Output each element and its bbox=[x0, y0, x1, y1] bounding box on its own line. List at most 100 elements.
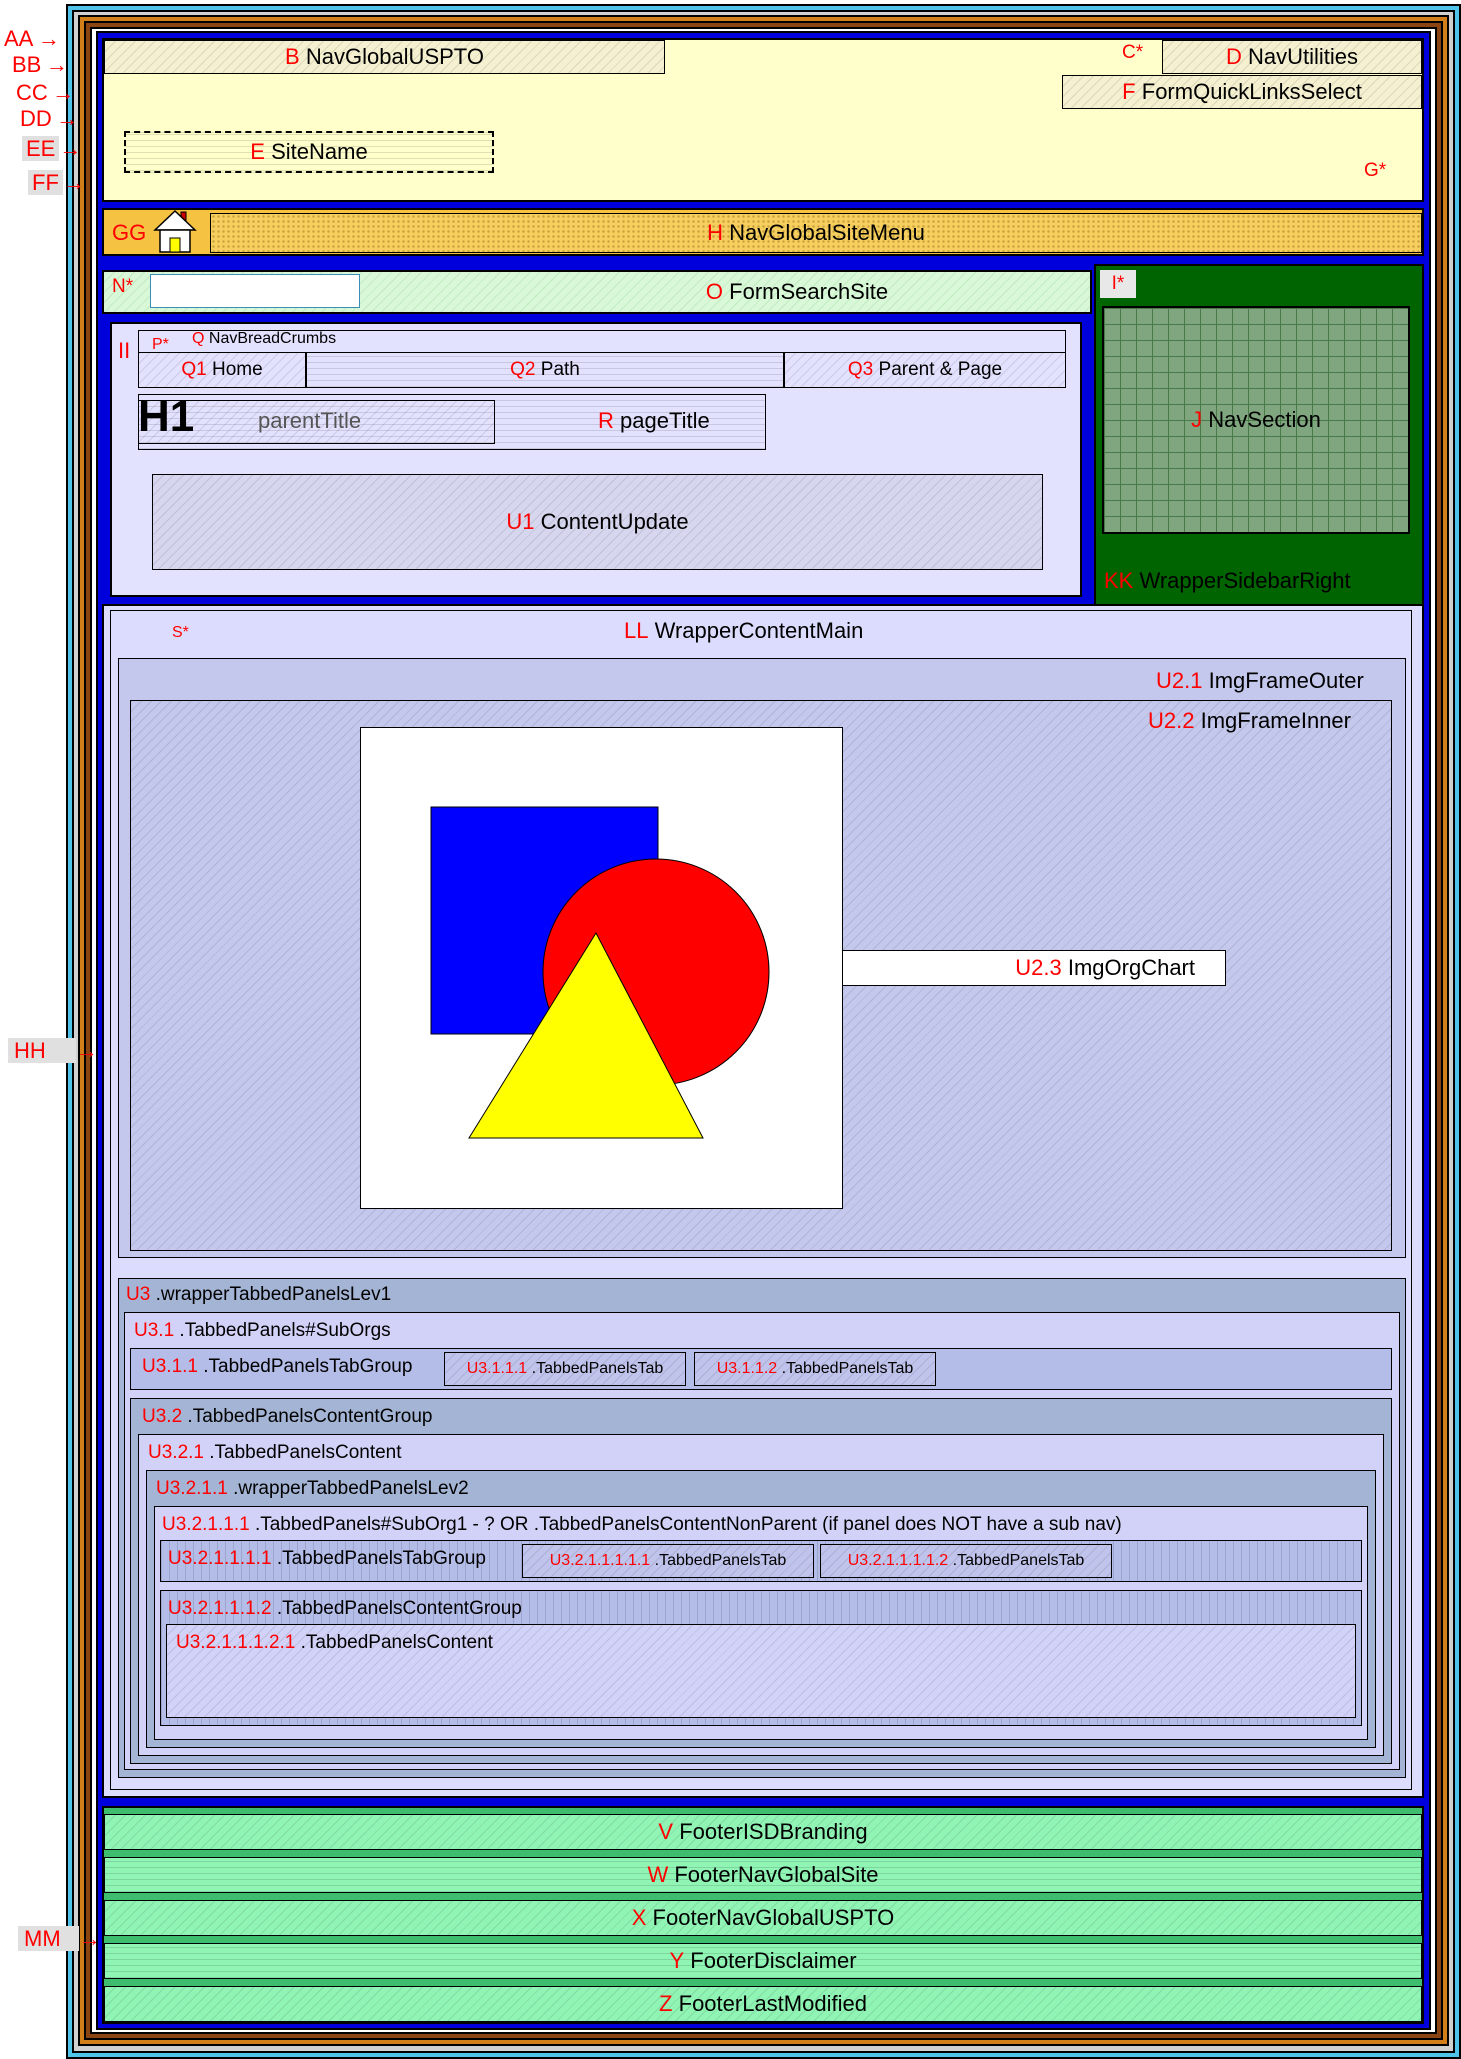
site-name[interactable]: E SiteName bbox=[124, 131, 494, 173]
lev2-name: .wrapperTabbedPanelsLev2 bbox=[233, 1478, 469, 1499]
lev1-name: .wrapperTabbedPanelsLev1 bbox=[155, 1284, 392, 1305]
g-code: G* bbox=[1364, 160, 1387, 181]
tabgroup-name: .TabbedPanelsTabGroup bbox=[203, 1356, 413, 1377]
form-quick-links-select[interactable]: F FormQuickLinksSelect bbox=[1062, 75, 1422, 109]
quick-links-code: F bbox=[1122, 79, 1136, 104]
disclaimer-name: FooterDisclaimer bbox=[690, 1948, 857, 1973]
parent-title: parentTitle bbox=[258, 408, 362, 433]
kk-code: KK bbox=[1104, 568, 1134, 593]
footer-nav-global-site[interactable]: W FooterNavGlobalSite bbox=[104, 1857, 1422, 1893]
side-label-ee: EE → bbox=[22, 136, 81, 162]
kk-name: WrapperSidebarRight bbox=[1139, 568, 1351, 593]
tabgroup2-code: U3.2.1.1.1.1 bbox=[168, 1548, 272, 1569]
breadcrumb-home[interactable]: Q1 Home bbox=[138, 352, 306, 388]
frame-inner-label: U2.2 ImgFrameInner bbox=[1148, 708, 1351, 734]
side-label-ff: FF → bbox=[28, 170, 85, 196]
suborg1-name: .TabbedPanels#SubOrg1 - ? OR .TabbedPane… bbox=[254, 1514, 1122, 1535]
page-title-code: R bbox=[598, 408, 614, 433]
lev2-label: U3.2.1.1 .wrapperTabbedPanelsLev2 bbox=[156, 1478, 469, 1500]
crumb-home-code: Q1 bbox=[181, 359, 207, 380]
nav-utilities[interactable]: D NavUtilities bbox=[1162, 40, 1422, 74]
breadcrumb-path[interactable]: Q2 Path bbox=[306, 352, 784, 388]
navuspto-name: FooterNavGlobalUSPTO bbox=[652, 1905, 895, 1930]
tabgroup-code: U3.1.1 bbox=[142, 1356, 198, 1377]
contentgroup2-label: U3.2.1.1.1.2 .TabbedPanelsContentGroup bbox=[168, 1598, 522, 1620]
footer-nav-global-uspto[interactable]: X FooterNavGlobalUSPTO bbox=[104, 1900, 1422, 1936]
ll-code: LL bbox=[624, 618, 649, 643]
tabbed-panels-tab-2[interactable]: U3.1.1.2 .TabbedPanelsTab bbox=[694, 1352, 936, 1386]
ee-code: EE bbox=[22, 136, 60, 161]
lastmod-name: FooterLastModified bbox=[678, 1991, 867, 2016]
lev1-code: U3 bbox=[126, 1284, 151, 1305]
footer-last-modified[interactable]: Z FooterLastModified bbox=[104, 1986, 1422, 2022]
nav-global-uspto[interactable]: B NavGlobalUSPTO bbox=[104, 40, 665, 74]
crumb-parent-code: Q3 bbox=[847, 359, 874, 380]
aa-arrow: → bbox=[37, 26, 60, 51]
navsite-name: FooterNavGlobalSite bbox=[674, 1862, 879, 1887]
tabgroup2-label: U3.2.1.1.1.1 .TabbedPanelsTabGroup bbox=[168, 1548, 486, 1570]
menu-name: NavGlobalSiteMenu bbox=[729, 220, 925, 245]
content-code: U3.2.1 bbox=[148, 1442, 204, 1463]
tabbed-panels-tab-2-1[interactable]: U3.2.1.1.1.1.1 .TabbedPanelsTab bbox=[522, 1544, 814, 1578]
page-title: R pageTitle bbox=[598, 408, 710, 434]
h1-tag: H1 bbox=[138, 392, 195, 441]
suborg1-label: U3.2.1.1.1 .TabbedPanels#SubOrg1 - ? OR … bbox=[162, 1514, 1122, 1536]
nav-section[interactable]: J NavSection bbox=[1102, 306, 1410, 534]
update-name: ContentUpdate bbox=[540, 509, 689, 534]
tab1-name: .TabbedPanelsTab bbox=[531, 1360, 664, 1377]
ff-arrow: → bbox=[62, 170, 85, 195]
ff-code: FF bbox=[28, 170, 63, 195]
contentgroup2-name: .TabbedPanelsContentGroup bbox=[276, 1598, 522, 1619]
quick-links-name: FormQuickLinksSelect bbox=[1141, 79, 1362, 104]
cc-code: CC bbox=[16, 80, 48, 105]
content-label: U3.2.1 .TabbedPanelsContent bbox=[148, 1442, 402, 1464]
nav-global-code: B bbox=[285, 44, 300, 69]
suborg1-code: U3.2.1.1.1 bbox=[162, 1514, 250, 1535]
mm-arrow: → bbox=[78, 1926, 101, 1951]
tabbed-panels-tab-2-2[interactable]: U3.2.1.1.1.1.2 .TabbedPanelsTab bbox=[820, 1544, 1112, 1578]
tabbed-panels-tab-1[interactable]: U3.1.1.1 .TabbedPanelsTab bbox=[444, 1352, 686, 1386]
search-name: FormSearchSite bbox=[729, 279, 889, 304]
footer-disclaimer[interactable]: Y FooterDisclaimer bbox=[104, 1943, 1422, 1979]
content-name: .TabbedPanelsContent bbox=[209, 1442, 402, 1463]
navuspto-code: X bbox=[631, 1905, 647, 1930]
cc-arrow: → bbox=[52, 80, 75, 105]
contentgroup2-code: U3.2.1.1.1.2 bbox=[168, 1598, 272, 1619]
img-org-chart[interactable]: U2.3 ImgOrgChart bbox=[842, 950, 1226, 986]
update-code: U1 bbox=[506, 509, 535, 534]
lev1-label: U3 .wrapperTabbedPanelsLev1 bbox=[126, 1284, 391, 1306]
side-label-mm: MM → bbox=[18, 1926, 101, 1952]
tab2-name: .TabbedPanelsTab bbox=[781, 1360, 914, 1377]
menu-code: H bbox=[707, 220, 724, 245]
content2-label: U3.2.1.1.1.2.1 .TabbedPanelsContent bbox=[176, 1632, 493, 1654]
n-code: N* bbox=[112, 276, 134, 297]
dd-code: DD bbox=[20, 106, 52, 131]
home-icon[interactable] bbox=[152, 208, 198, 254]
breadcrumb-parent-page[interactable]: Q3 Parent & Page bbox=[784, 352, 1066, 388]
crumb-path-code: Q2 bbox=[510, 359, 536, 380]
page-title-name: pageTitle bbox=[620, 408, 710, 433]
crumb-home-name: Home bbox=[211, 359, 263, 380]
side-label-aa: AA → bbox=[4, 26, 60, 52]
nav-section-name: NavSection bbox=[1208, 407, 1321, 432]
search-input[interactable] bbox=[150, 274, 360, 308]
nav-global-site-menu[interactable]: H NavGlobalSiteMenu bbox=[210, 213, 1422, 253]
branding-name: FooterISDBranding bbox=[679, 1819, 868, 1844]
tabgroup-label: U3.1.1 .TabbedPanelsTabGroup bbox=[142, 1356, 412, 1378]
org-chart-image bbox=[360, 727, 843, 1209]
suborgs-label: U3.1 .TabbedPanels#SubOrgs bbox=[134, 1320, 391, 1342]
hh-code: HH bbox=[8, 1038, 76, 1063]
content2-code: U3.2.1.1.1.2.1 bbox=[176, 1632, 296, 1653]
dd-arrow: → bbox=[56, 106, 79, 131]
branding-code: V bbox=[658, 1819, 674, 1844]
side-label-hh: HH → bbox=[8, 1038, 98, 1064]
site-name-code: E bbox=[250, 139, 265, 164]
footer-isd-branding[interactable]: V FooterISDBranding bbox=[104, 1814, 1422, 1850]
breadcrumbs-name: NavBreadCrumbs bbox=[208, 330, 337, 347]
frame-inner-code: U2.2 bbox=[1148, 708, 1195, 733]
lastmod-code: Z bbox=[659, 1991, 673, 2016]
s-code: S* bbox=[172, 624, 189, 641]
bb-arrow: → bbox=[45, 52, 68, 77]
mm-code: MM bbox=[18, 1926, 79, 1951]
navsite-code: W bbox=[647, 1862, 669, 1887]
